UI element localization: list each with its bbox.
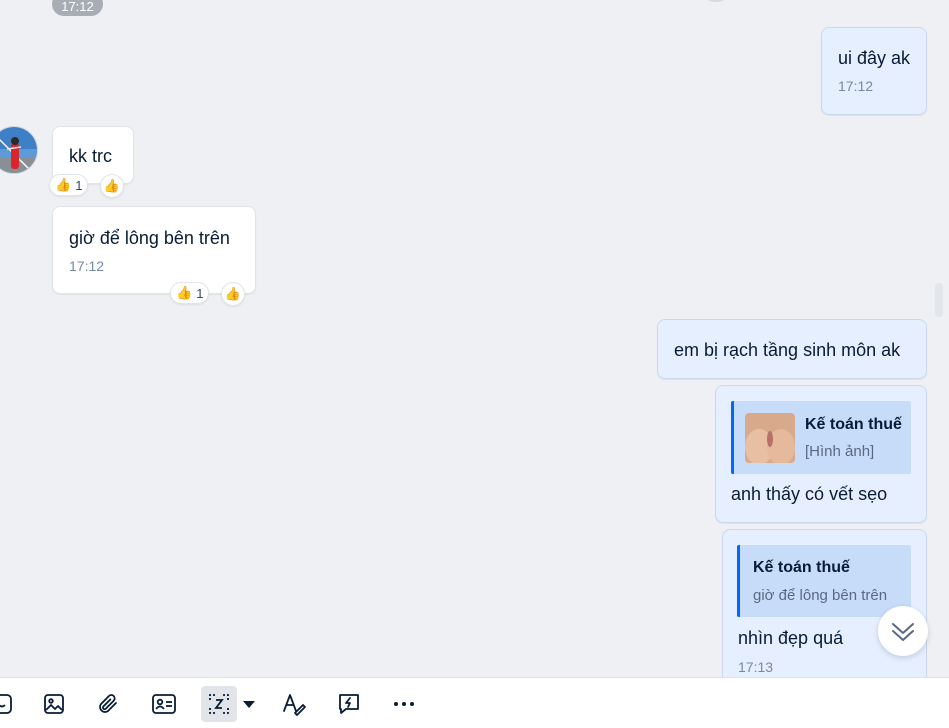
add-reaction-button[interactable]: 👍 xyxy=(100,174,124,198)
text-format-button[interactable] xyxy=(276,686,312,722)
contact-card-icon xyxy=(151,692,177,716)
screenshot-options-dropdown[interactable] xyxy=(236,686,262,722)
composer-toolbar xyxy=(0,677,949,728)
thumbs-up-icon: 👍 xyxy=(55,177,72,192)
quoted-message[interactable]: Kế toán thuế giờ để lông bên trên xyxy=(737,545,911,617)
more-icon xyxy=(392,700,416,708)
message-text: em bị rạch tầng sinh môn ak xyxy=(674,340,901,360)
thumbs-up-icon: 👍 xyxy=(103,178,121,193)
quoted-content: giờ để lông bên trên xyxy=(753,587,888,604)
message-time: 17:13 xyxy=(738,659,774,675)
time-chip: 17:12 xyxy=(52,0,103,16)
message-time: 17:12 xyxy=(69,258,105,274)
message-bubble-incoming[interactable]: giờ để lông bên trên 17:12 xyxy=(52,206,256,294)
message-bubble-outgoing[interactable]: ui đây ak 17:12 xyxy=(821,27,927,115)
sticker-icon xyxy=(0,692,14,716)
reaction-summary[interactable]: 👍 1 xyxy=(170,282,210,304)
image-icon xyxy=(42,692,66,716)
scroll-to-bottom-button[interactable] xyxy=(878,606,928,656)
message-text: anh thấy có vết sẹo xyxy=(731,484,888,504)
send-contact-card-button[interactable] xyxy=(146,686,182,722)
double-chevron-down-icon xyxy=(890,618,916,644)
quoted-content: [Hình ảnh] xyxy=(805,442,875,460)
message-text: kk trc xyxy=(69,146,112,166)
add-reaction-button[interactable]: 👍 xyxy=(221,282,245,306)
quoted-image-thumbnail xyxy=(745,412,795,463)
message-text: giờ để lông bên trên xyxy=(69,228,230,248)
reaction-summary[interactable]: 👍 1 xyxy=(49,174,89,196)
quoted-sender-name: Kế toán thuế xyxy=(753,559,850,576)
screenshot-button[interactable] xyxy=(201,686,237,722)
message-text: nhìn đẹp quá xyxy=(738,628,844,648)
thumbs-up-icon: 👍 xyxy=(224,286,242,301)
message-bubble-outgoing[interactable]: em bị rạch tầng sinh môn ak xyxy=(657,319,927,379)
attachment-icon xyxy=(96,692,120,716)
text-format-icon xyxy=(281,691,307,717)
quick-message-button[interactable] xyxy=(331,686,367,722)
dropdown-caret-icon xyxy=(242,699,256,709)
avatar-partial xyxy=(704,0,728,2)
send-image-button[interactable] xyxy=(36,686,72,722)
thumbs-up-icon: 👍 xyxy=(176,285,193,300)
reaction-count: 1 xyxy=(196,285,204,301)
quoted-sender-name: Kế toán thuế xyxy=(805,415,902,433)
scrollbar-thumb[interactable] xyxy=(935,283,943,317)
screenshot-icon xyxy=(207,692,231,716)
message-text: ui đây ak xyxy=(838,48,911,68)
quick-message-icon xyxy=(336,691,362,717)
chat-message-list[interactable]: 17:12 ui đây ak 17:12 kk trc 👍 1 👍 giờ đ… xyxy=(0,0,949,677)
message-time: 17:12 xyxy=(838,78,874,94)
quoted-message[interactable]: Kế toán thuế [Hình ảnh] xyxy=(731,401,911,474)
reaction-count: 1 xyxy=(75,177,83,193)
attach-file-button[interactable] xyxy=(90,686,126,722)
sender-avatar[interactable] xyxy=(0,126,38,174)
sticker-button[interactable] xyxy=(0,686,20,722)
more-options-button[interactable] xyxy=(386,686,422,722)
